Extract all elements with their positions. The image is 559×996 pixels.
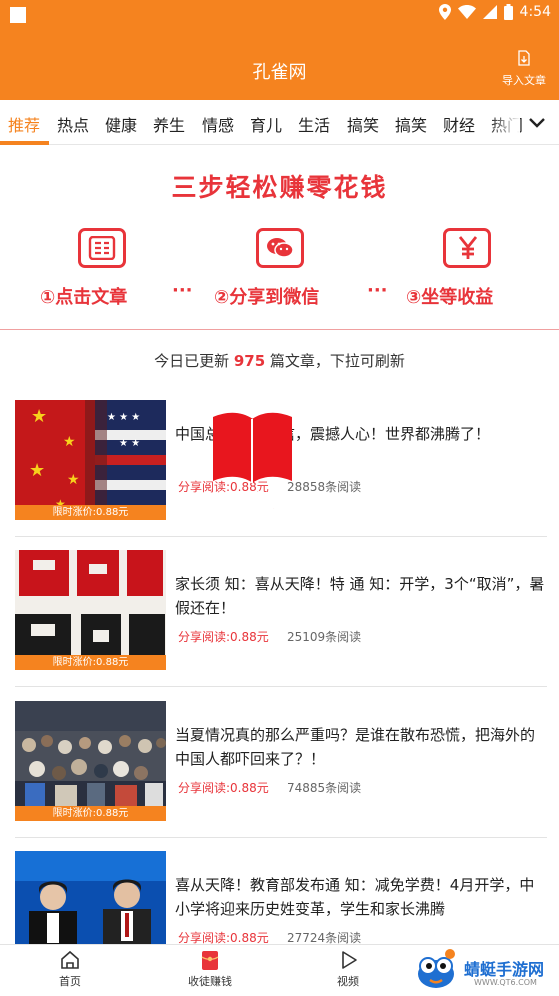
svg-text:★: ★ <box>67 472 80 488</box>
watermark: 蜻蜓手游网 WWW.QT6.COM <box>412 948 557 994</box>
clock: 4:54 <box>519 4 551 20</box>
tab-fade <box>490 100 520 144</box>
book-icon <box>213 412 292 483</box>
read-count: 74885条阅读 <box>287 781 362 795</box>
update-notice: 今日已更新 975 篇文章，下拉可刷新 <box>0 350 559 371</box>
tab-health[interactable]: 健康 <box>105 112 137 136</box>
nav-video-label: 视频 <box>337 975 359 988</box>
earn-money-banner[interactable]: 三步轻松赚零花钱 ①点击文章 ··· ②分享到微信 ··· ③坐等收益 <box>0 146 559 330</box>
article-title: 当夏情况真的那么严重吗？是谁在散布恐慌，把海外的中国人都吓回来了？！ <box>175 726 536 768</box>
share-reward: 分享阅读:0.88元 <box>178 781 269 795</box>
watermark-url: WWW.QT6.COM <box>474 978 537 987</box>
tab-funny[interactable]: 搞笑 <box>347 112 379 136</box>
update-count: 975 <box>233 352 266 370</box>
svg-text:★ ★: ★ ★ <box>119 438 140 449</box>
tab-life[interactable]: 生活 <box>298 112 330 136</box>
nav-video[interactable]: 视频 <box>308 949 388 989</box>
app-title: 孔雀网 <box>252 62 307 83</box>
article-thumbnail: 限时涨价:0.88元 <box>15 701 166 821</box>
notification-icon <box>10 7 26 23</box>
article-icon <box>78 228 126 268</box>
chevron-down-icon[interactable] <box>524 110 550 136</box>
svg-text:★: ★ <box>29 460 45 481</box>
nav-home-label: 首页 <box>59 975 81 988</box>
nav-recruit-earn[interactable]: 收徒赚钱 <box>170 949 250 989</box>
svg-text:★ ★ ★: ★ ★ ★ <box>107 412 140 423</box>
divider <box>15 837 547 838</box>
newcomer-guide-label: 新手必读 <box>216 491 289 513</box>
price-badge: 限时涨价:0.88元 <box>15 505 166 520</box>
wechat-icon <box>256 228 304 268</box>
tab-parenting[interactable]: 育儿 <box>250 112 282 136</box>
import-article-button[interactable]: 导入文章 <box>499 50 549 88</box>
category-tabs: 推荐 热点 健康 养生 情感 育儿 生活 搞笑 搞笑 财经 热门 <box>0 100 559 145</box>
article-item[interactable]: 限时涨价:0.88元 当夏情况真的那么严重吗？是谁在散布恐慌，把海外的中国人都吓… <box>0 701 559 851</box>
yen-icon <box>443 228 491 268</box>
active-tab-indicator <box>0 141 49 145</box>
article-title: 喜从天降！教育部发布通 知：减免学费！4月开学，中小学将迎来历史姓变革，学生和家… <box>175 876 535 918</box>
separator-dots: ··· <box>172 280 193 301</box>
share-reward: 分享阅读:0.88元 <box>178 630 269 644</box>
watermark-text: 蜻蜓手游网 <box>464 960 545 979</box>
nav-home[interactable]: 首页 <box>30 949 110 989</box>
nav-recruit-label: 收徒赚钱 <box>188 975 232 988</box>
article-title: 家长须 知：喜从天降！特 通 知：开学，3个“取消”，暑假还在！ <box>175 575 545 617</box>
price-badge: 限时涨价:0.88元 <box>15 806 166 821</box>
article-thumbnail: ★ ★ ★ ★ ★ ★ ★ ★ ★ ★ 限时涨价:0.88元 <box>15 400 166 520</box>
location-icon <box>438 4 451 20</box>
divider <box>15 686 547 687</box>
battery-icon <box>503 4 513 20</box>
signal-icon <box>482 5 497 19</box>
play-icon <box>342 951 357 969</box>
tab-hot[interactable]: 热点 <box>57 112 89 136</box>
article-item[interactable]: 限时涨价:0.88元 家长须 知：喜从天降！特 通 知：开学，3个“取消”，暑假… <box>0 550 559 700</box>
tab-recommend[interactable]: 推荐 <box>8 112 40 136</box>
banner-title: 三步轻松赚零花钱 <box>171 173 388 202</box>
step-label-share: ②分享到微信 <box>214 287 320 308</box>
home-icon <box>61 950 79 969</box>
update-prefix: 今日已更新 <box>154 352 234 370</box>
divider <box>15 536 547 537</box>
app-bar: 孔雀网 导入文章 <box>0 30 559 100</box>
import-icon <box>518 50 530 66</box>
price-badge: 限时涨价:0.88元 <box>15 655 166 670</box>
article-thumbnail: 限时涨价:0.88元 <box>15 550 166 670</box>
svg-text:★: ★ <box>31 406 47 427</box>
wifi-icon <box>457 5 476 19</box>
tab-funny-2[interactable]: 搞笑 <box>395 112 427 136</box>
svg-text:★: ★ <box>63 434 76 450</box>
tab-finance[interactable]: 财经 <box>443 112 475 136</box>
dragonfly-logo-icon <box>418 949 455 988</box>
status-bar: 4:54 <box>0 0 559 30</box>
read-count: 25109条阅读 <box>287 630 362 644</box>
step-label-click: ①点击文章 <box>40 287 128 308</box>
newcomer-guide-badge[interactable]: 新手必读 <box>205 407 300 517</box>
tab-emotion[interactable]: 情感 <box>202 112 234 136</box>
import-label: 导入文章 <box>502 74 546 87</box>
step-label-earn: ③坐等收益 <box>406 287 494 308</box>
separator-dots: ··· <box>367 280 388 301</box>
red-envelope-icon <box>201 951 219 970</box>
update-suffix: 篇文章，下拉可刷新 <box>265 352 405 370</box>
tab-wellness[interactable]: 养生 <box>153 112 185 136</box>
